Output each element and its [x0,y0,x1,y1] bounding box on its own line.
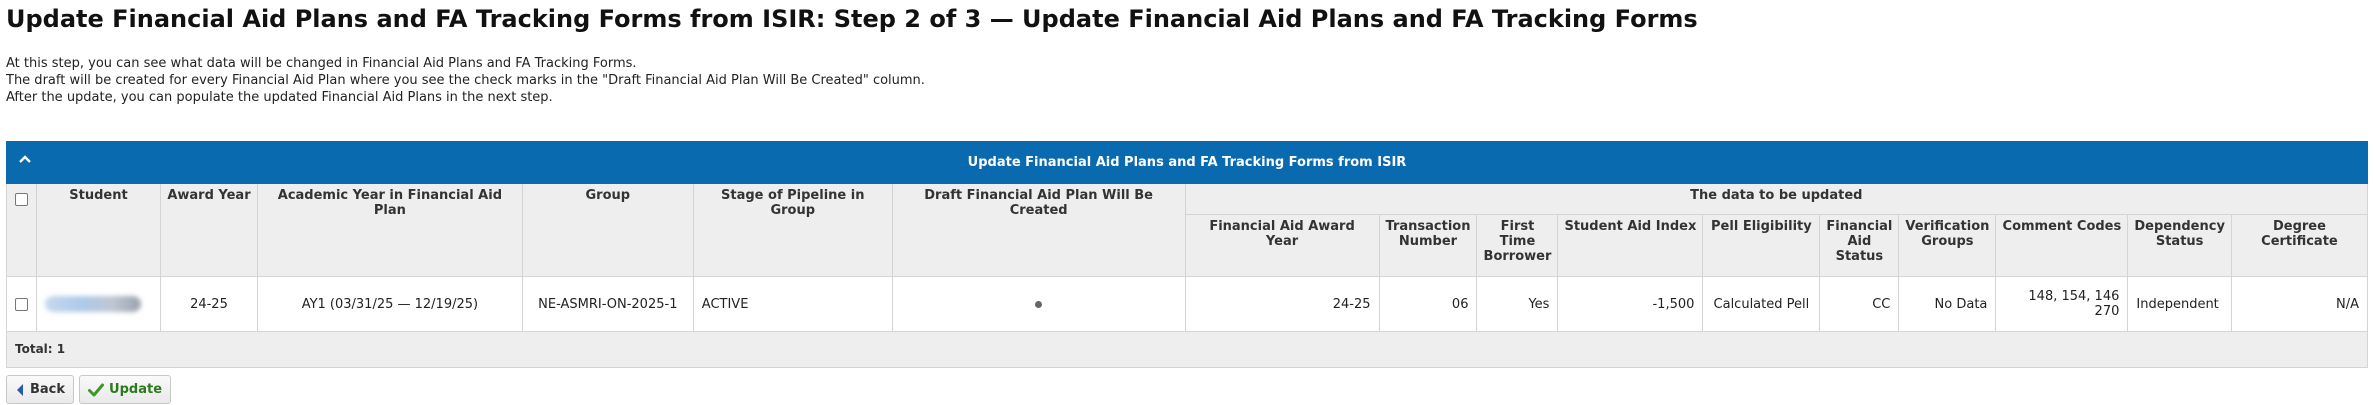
intro-line: At this step, you can see what data will… [6,56,637,71]
academic-year-cell: AY1 (03/31/25 — 12/19/25) [256,276,523,332]
intro-text: At this step, you can see what data will… [6,55,2369,106]
select-all-checkbox[interactable] [15,193,28,206]
group-cell: NE-ASMRI-ON-2025-1 [521,276,694,332]
comment-codes-cell: 148, 154, 146 270 [1995,276,2129,332]
dependency-status-cell: Independent [2127,276,2232,332]
checkmark-icon [88,383,105,396]
column-header-verification-groups[interactable]: Verification Groups [1898,214,1997,277]
pell-eligibility-cell: Calculated Pell [1702,276,1821,332]
column-header-comment-codes[interactable]: Comment Codes [1995,214,2129,277]
column-header-draft[interactable]: Draft Financial Aid Plan Will Be Created [891,183,1186,277]
grid-title-bar: Update Financial Aid Plans and FA Tracki… [6,141,2368,184]
total-row: Total: 1 [6,331,2368,368]
collapse-grid-button[interactable] [17,151,33,167]
fa-status-cell: CC [1819,276,1900,332]
update-grid: Update Financial Aid Plans and FA Tracki… [6,141,2369,368]
page-title: Update Financial Aid Plans and FA Tracki… [6,5,1698,33]
student-link-redacted[interactable] [45,296,141,312]
update-button[interactable]: Update [79,375,172,404]
column-header-fa-award-year[interactable]: Financial Aid Award Year [1184,214,1380,277]
student-cell [36,276,161,332]
chevron-up-icon [19,155,31,163]
column-header-group[interactable]: Group [521,183,694,277]
draft-indicator-icon [1035,300,1043,308]
row-select-cell [6,276,37,332]
verification-groups-cell: No Data [1898,276,1997,332]
column-header-award-year[interactable]: Award Year [159,183,258,277]
intro-line: The draft will be created for every Fina… [6,73,925,88]
table-row: 24-25 AY1 (03/31/25 — 12/19/25) NE-ASMRI… [6,276,2369,332]
column-header-student-aid-index[interactable]: Student Aid Index [1557,214,1704,277]
column-header-pell-eligibility[interactable]: Pell Eligibility [1702,214,1821,277]
column-header-transaction-number[interactable]: Transaction Number [1378,214,1478,277]
select-all-cell [6,183,37,277]
total-count: Total: 1 [6,331,2368,368]
column-header-academic-year[interactable]: Academic Year in Financial Aid Plan [256,183,523,277]
fa-award-year-cell: 24-25 [1184,276,1380,332]
grid-title: Update Financial Aid Plans and FA Tracki… [967,155,1407,170]
update-button-label: Update [109,382,163,397]
column-header-student[interactable]: Student [36,183,161,277]
arrow-left-icon [17,383,23,396]
transaction-number-cell: 06 [1378,276,1478,332]
stage-cell: ACTIVE [692,276,893,332]
draft-cell [891,276,1186,332]
row-checkbox[interactable] [15,297,28,311]
column-header-stage[interactable]: Stage of Pipeline in Group [692,183,893,277]
column-header-dependency-status[interactable]: Dependency Status [2127,214,2232,277]
back-button-label: Back [30,382,66,397]
column-header-first-time-borrower[interactable]: First Time Borrower [1476,214,1559,277]
action-buttons: Back Update [6,375,2369,404]
column-header-fa-status[interactable]: Financial Aid Status [1819,214,1900,277]
intro-line: After the update, you can populate the u… [6,90,553,105]
award-year-cell: 24-25 [159,276,258,332]
column-group-header: The data to be updated [1184,183,2369,215]
student-aid-index-cell: -1,500 [1557,276,1704,332]
degree-certificate-cell: N/A [2230,276,2369,332]
column-header-degree-certificate[interactable]: Degree Certificate [2230,214,2369,277]
first-time-borrower-cell: Yes [1476,276,1559,332]
page: Update Financial Aid Plans and FA Tracki… [0,0,2375,404]
back-button[interactable]: Back [6,375,75,404]
